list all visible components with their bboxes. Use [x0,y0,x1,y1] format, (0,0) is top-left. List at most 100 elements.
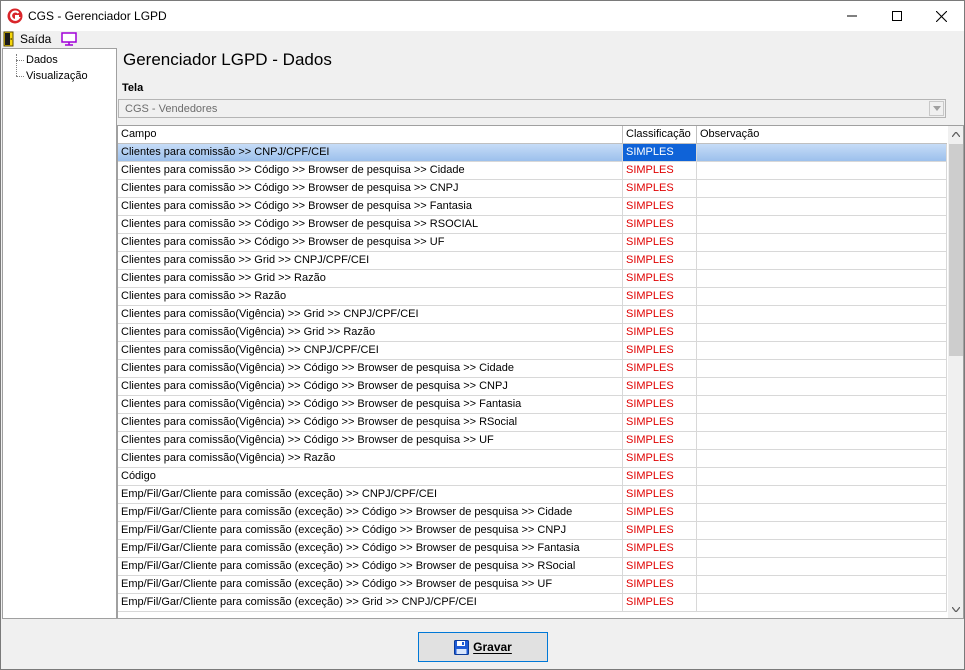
cell-classificacao[interactable]: SIMPLES [623,576,697,593]
column-header-campo[interactable]: Campo [118,126,623,143]
exit-menu-item[interactable]: Saída [3,31,51,47]
cell-classificacao[interactable]: SIMPLES [623,594,697,611]
close-button[interactable] [919,1,964,31]
cell-observacao[interactable] [697,342,947,359]
table-row[interactable]: Emp/Fil/Gar/Cliente para comissão (exceç… [118,576,947,594]
cell-classificacao[interactable]: SIMPLES [623,162,697,179]
tree-item-visualizacao[interactable]: Visualização [16,69,88,83]
cell-observacao[interactable] [697,234,947,251]
tree-item-dados[interactable]: Dados [16,53,58,67]
vertical-scrollbar[interactable] [948,126,963,618]
cell-classificacao[interactable]: SIMPLES [623,144,697,161]
cell-classificacao[interactable]: SIMPLES [623,234,697,251]
cell-classificacao[interactable]: SIMPLES [623,522,697,539]
cell-classificacao[interactable]: SIMPLES [623,558,697,575]
table-row[interactable]: Clientes para comissão >> Código >> Brow… [118,234,947,252]
cell-observacao[interactable] [697,324,947,341]
tree-item-label: Visualização [26,70,88,82]
table-row[interactable]: Emp/Fil/Gar/Cliente para comissão (exceç… [118,522,947,540]
cell-observacao[interactable] [697,162,947,179]
cell-classificacao[interactable]: SIMPLES [623,504,697,521]
table-row[interactable]: Emp/Fil/Gar/Cliente para comissão (exceç… [118,594,947,612]
cell-classificacao[interactable]: SIMPLES [623,432,697,449]
table-row[interactable]: Clientes para comissão(Vigência) >> Razã… [118,450,947,468]
table-row[interactable]: Clientes para comissão >> Código >> Brow… [118,162,947,180]
cell-classificacao[interactable]: SIMPLES [623,306,697,323]
table-row[interactable]: Clientes para comissão(Vigência) >> Códi… [118,378,947,396]
cell-campo: Emp/Fil/Gar/Cliente para comissão (exceç… [118,594,623,611]
cell-classificacao[interactable]: SIMPLES [623,216,697,233]
cell-observacao[interactable] [697,450,947,467]
exit-label: Saída [20,32,52,46]
table-row[interactable]: Clientes para comissão(Vigência) >> Códi… [118,414,947,432]
cell-observacao[interactable] [697,288,947,305]
cell-observacao[interactable] [697,306,947,323]
table-row[interactable]: Clientes para comissão >> Grid >> Razão S… [118,270,947,288]
cell-classificacao[interactable]: SIMPLES [623,270,697,287]
cell-classificacao[interactable]: SIMPLES [623,252,697,269]
table-row[interactable]: Clientes para comissão(Vigência) >> Códi… [118,360,947,378]
cell-observacao[interactable] [697,414,947,431]
scroll-up-button[interactable] [948,126,963,143]
table-row[interactable]: Emp/Fil/Gar/Cliente para comissão (exceç… [118,504,947,522]
table-row[interactable]: Clientes para comissão >> Grid >> CNPJ/C… [118,252,947,270]
table-row[interactable]: Código SIMPLES [118,468,947,486]
scroll-thumb[interactable] [949,144,963,356]
table-row[interactable]: Emp/Fil/Gar/Cliente para comissão (exceç… [118,486,947,504]
cell-classificacao[interactable]: SIMPLES [623,180,697,197]
table-row[interactable]: Clientes para comissão(Vigência) >> Códi… [118,396,947,414]
cell-observacao[interactable] [697,432,947,449]
scroll-down-button[interactable] [948,601,963,618]
maximize-button[interactable] [874,1,919,31]
table-row[interactable]: Emp/Fil/Gar/Cliente para comissão (exceç… [118,540,947,558]
table-row[interactable]: Emp/Fil/Gar/Cliente para comissão (exceç… [118,558,947,576]
cell-observacao[interactable] [697,378,947,395]
column-header-observacao[interactable]: Observação [697,126,947,143]
cell-observacao[interactable] [697,198,947,215]
cell-observacao[interactable] [697,216,947,233]
cell-observacao[interactable] [697,594,947,611]
cell-classificacao[interactable]: SIMPLES [623,396,697,413]
dropdown-button[interactable] [929,101,944,116]
cell-classificacao[interactable]: SIMPLES [623,342,697,359]
cell-observacao[interactable] [697,396,947,413]
cell-observacao[interactable] [697,144,947,161]
cell-observacao[interactable] [697,270,947,287]
cell-observacao[interactable] [697,540,947,557]
cell-observacao[interactable] [697,558,947,575]
cell-observacao[interactable] [697,576,947,593]
cell-observacao[interactable] [697,468,947,485]
cell-classificacao[interactable]: SIMPLES [623,450,697,467]
table-row[interactable]: Clientes para comissão >> CNPJ/CPF/CEI SI… [118,144,947,162]
cell-observacao[interactable] [697,522,947,539]
cell-observacao[interactable] [697,252,947,269]
view-menu-item[interactable] [60,31,78,47]
cell-classificacao[interactable]: SIMPLES [623,288,697,305]
table-row[interactable]: Clientes para comissão(Vigência) >> Códi… [118,432,947,450]
table-row[interactable]: Clientes para comissão(Vigência) >> Grid… [118,306,947,324]
column-header-classificacao[interactable]: Classificação [623,126,697,143]
cell-classificacao[interactable]: SIMPLES [623,360,697,377]
fields-grid[interactable]: Campo Classificação Observação Clientes … [117,125,964,619]
cell-classificacao[interactable]: SIMPLES [623,324,697,341]
table-row[interactable]: Clientes para comissão >> Código >> Brow… [118,216,947,234]
cell-campo: Clientes para comissão(Vigência) >> Códi… [118,396,623,413]
cell-classificacao[interactable]: SIMPLES [623,468,697,485]
cell-observacao[interactable] [697,504,947,521]
table-row[interactable]: Clientes para comissão(Vigência) >> Grid… [118,324,947,342]
cell-classificacao[interactable]: SIMPLES [623,540,697,557]
cell-classificacao[interactable]: SIMPLES [623,486,697,503]
table-row[interactable]: Clientes para comissão >> Código >> Brow… [118,180,947,198]
cell-observacao[interactable] [697,486,947,503]
cell-observacao[interactable] [697,360,947,377]
save-button[interactable]: Gravar [418,632,548,662]
cell-classificacao[interactable]: SIMPLES [623,414,697,431]
table-row[interactable]: Clientes para comissão >> Código >> Brow… [118,198,947,216]
cell-observacao[interactable] [697,180,947,197]
table-row[interactable]: Clientes para comissão >> Razão SIMPLES [118,288,947,306]
table-row[interactable]: Clientes para comissão(Vigência) >> CNPJ… [118,342,947,360]
cell-classificacao[interactable]: SIMPLES [623,198,697,215]
minimize-button[interactable] [829,1,874,31]
screen-select[interactable]: CGS - Vendedores [118,99,946,118]
cell-classificacao[interactable]: SIMPLES [623,378,697,395]
